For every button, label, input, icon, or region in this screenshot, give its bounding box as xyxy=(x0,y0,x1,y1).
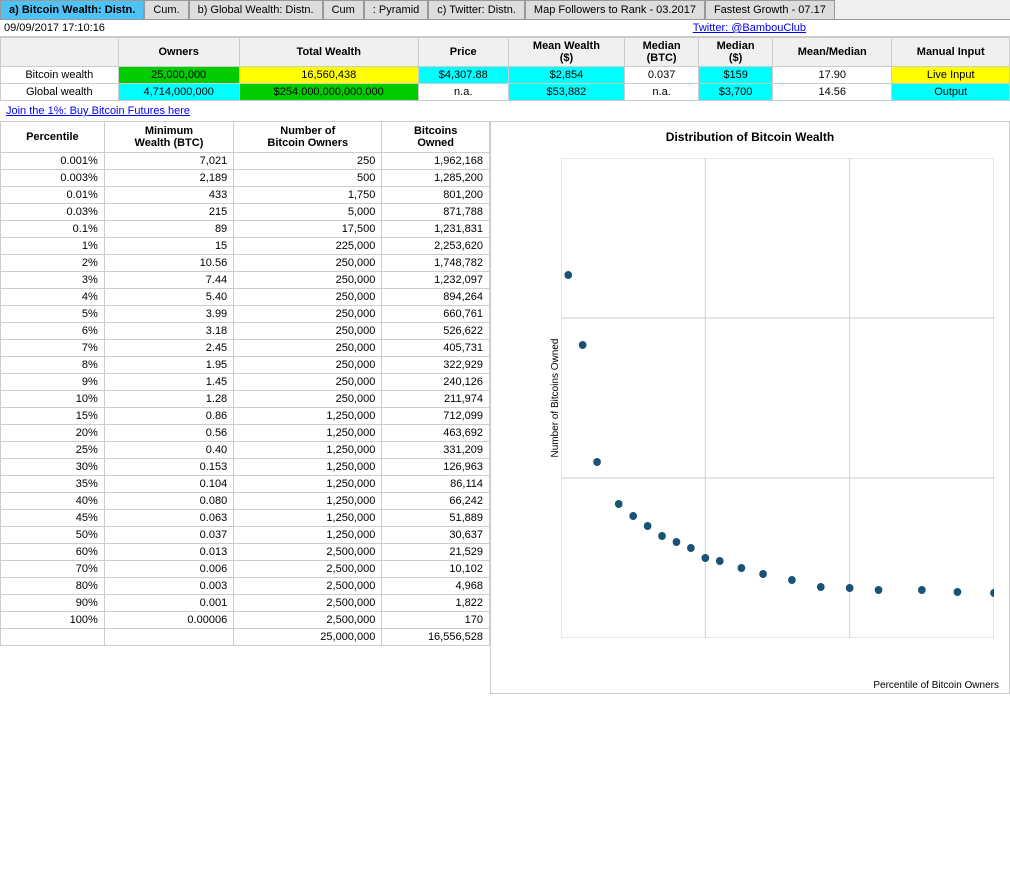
stats-header-median-usd: Median($) xyxy=(699,38,773,67)
stats-median-btc-global: n.a. xyxy=(625,84,699,101)
tab-twitter-distn[interactable]: c) Twitter: Distn. xyxy=(428,0,525,19)
stats-live-input: Live Input xyxy=(892,67,1010,84)
tab-fastest-growth[interactable]: Fastest Growth - 07.17 xyxy=(705,0,835,19)
stats-median-usd-global: $3,700 xyxy=(699,84,773,101)
table-row: 0.001%7,0212501,962,168 xyxy=(1,153,490,170)
table-row: 50%0.0371,250,00030,637 xyxy=(1,527,490,544)
stats-median-btc-bitcoin: 0.037 xyxy=(625,67,699,84)
table-row: 35%0.1041,250,00086,114 xyxy=(1,476,490,493)
table-row: 100%0.000062,500,000170 xyxy=(1,612,490,629)
table-row: 45%0.0631,250,00051,889 xyxy=(1,510,490,527)
stats-header-price: Price xyxy=(418,38,508,67)
stats-table: Owners Total Wealth Price Mean Wealth($)… xyxy=(0,37,1010,101)
datetime: 09/09/2017 17:10:16 xyxy=(4,22,105,34)
table-row: 40%0.0801,250,00066,242 xyxy=(1,493,490,510)
tab-cum1[interactable]: Cum. xyxy=(144,0,188,19)
table-row: 0.01%4331,750801,200 xyxy=(1,187,490,204)
chart-title: Distribution of Bitcoin Wealth xyxy=(491,122,1009,148)
table-row: 4%5.40250,000894,264 xyxy=(1,289,490,306)
chart-wrapper: Distribution of Bitcoin Wealth Number of… xyxy=(490,121,1010,694)
stats-label-global: Global wealth xyxy=(1,84,119,101)
table-row: 6%3.18250,000526,622 xyxy=(1,323,490,340)
col-header-percentile: Percentile xyxy=(1,122,105,153)
stats-header-total-wealth: Total Wealth xyxy=(239,38,418,67)
stats-total-bitcoin: 16,560,438 xyxy=(239,67,418,84)
stats-mean-median-global: 14.56 xyxy=(773,84,892,101)
stats-price-global: n.a. xyxy=(418,84,508,101)
stats-total-global: $254,000,000,000,000 xyxy=(239,84,418,101)
y-axis-label: Number of Bitcoins Owned xyxy=(550,339,561,458)
table-row: 8%1.95250,000322,929 xyxy=(1,357,490,374)
table-row: 0.003%2,1895001,285,200 xyxy=(1,170,490,187)
stats-owners-global: 4,714,000,000 xyxy=(118,84,239,101)
footer-cell-2 xyxy=(104,629,233,646)
footer-cell-1 xyxy=(1,629,105,646)
stats-header-mean-median: Mean/Median xyxy=(773,38,892,67)
col-header-bitcoins-owned: BitcoinsOwned xyxy=(382,122,490,153)
table-row: 5%3.99250,000660,761 xyxy=(1,306,490,323)
stats-row-bitcoin: Bitcoin wealth 25,000,000 16,560,438 $4,… xyxy=(1,67,1010,84)
data-table: Percentile MinimumWealth (BTC) Number of… xyxy=(0,121,490,646)
main-content: Percentile MinimumWealth (BTC) Number of… xyxy=(0,121,1010,694)
table-row: 30%0.1531,250,000126,963 xyxy=(1,459,490,476)
stats-label-bitcoin: Bitcoin wealth xyxy=(1,67,119,84)
table-row: 9%1.45250,000240,126 xyxy=(1,374,490,391)
table-row: 80%0.0032,500,0004,968 xyxy=(1,578,490,595)
stats-header-owners: Owners xyxy=(118,38,239,67)
stats-output: Output xyxy=(892,84,1010,101)
table-row: 7%2.45250,000405,731 xyxy=(1,340,490,357)
tab-bitcoin-wealth-distn[interactable]: a) Bitcoin Wealth: Distn. xyxy=(0,0,144,19)
footer-total-bitcoins: 16,556,528 xyxy=(382,629,490,646)
twitter-link[interactable]: Twitter: @BambouClub xyxy=(693,22,806,34)
table-row: 90%0.0012,500,0001,822 xyxy=(1,595,490,612)
table-row: 20%0.561,250,000463,692 xyxy=(1,425,490,442)
stats-header-mean-wealth: Mean Wealth($) xyxy=(508,38,624,67)
stats-header-median-btc: Median(BTC) xyxy=(625,38,699,67)
join-link[interactable]: Join the 1%: Buy Bitcoin Futures here xyxy=(0,101,1010,121)
table-row: 10%1.28250,000211,974 xyxy=(1,391,490,408)
table-row: 25%0.401,250,000331,209 xyxy=(1,442,490,459)
data-table-footer-row: 25,000,000 16,556,528 xyxy=(1,629,490,646)
table-row: 0.03%2155,000871,788 xyxy=(1,204,490,221)
table-row: 70%0.0062,500,00010,102 xyxy=(1,561,490,578)
stats-header-label xyxy=(1,38,119,67)
stats-mean-median-bitcoin: 17.90 xyxy=(773,67,892,84)
stats-row-global: Global wealth 4,714,000,000 $254,000,000… xyxy=(1,84,1010,101)
tab-global-wealth-distn[interactable]: b) Global Wealth: Distn. xyxy=(189,0,323,19)
tab-pyramid[interactable]: : Pyramid xyxy=(364,0,428,19)
stats-price-bitcoin: $4,307.88 xyxy=(418,67,508,84)
data-table-wrapper: Percentile MinimumWealth (BTC) Number of… xyxy=(0,121,490,694)
col-header-num-owners: Number ofBitcoin Owners xyxy=(234,122,382,153)
table-row: 1%15225,0002,253,620 xyxy=(1,238,490,255)
tab-map-followers[interactable]: Map Followers to Rank - 03.2017 xyxy=(525,0,705,19)
stats-mean-global: $53,882 xyxy=(508,84,624,101)
table-row: 60%0.0132,500,00021,529 xyxy=(1,544,490,561)
stats-mean-bitcoin: $2,854 xyxy=(508,67,624,84)
table-row: 15%0.861,250,000712,099 xyxy=(1,408,490,425)
stats-median-usd-bitcoin: $159 xyxy=(699,67,773,84)
tab-bar: a) Bitcoin Wealth: Distn. Cum. b) Global… xyxy=(0,0,1010,20)
table-row: 2%10.56250,0001,748,782 xyxy=(1,255,490,272)
header-row: 09/09/2017 17:10:16 Twitter: @BambouClub xyxy=(0,20,1010,37)
table-row: 3%7.44250,0001,232,097 xyxy=(1,272,490,289)
tab-cum2[interactable]: Cum xyxy=(323,0,364,19)
stats-owners-bitcoin: 25,000,000 xyxy=(118,67,239,84)
col-header-min-wealth: MinimumWealth (BTC) xyxy=(104,122,233,153)
stats-header-manual-input: Manual Input xyxy=(892,38,1010,67)
table-row: 0.1%8917,5001,231,831 xyxy=(1,221,490,238)
footer-total-owners: 25,000,000 xyxy=(234,629,382,646)
x-axis-title: Percentile of Bitcoin Owners xyxy=(491,678,1009,693)
